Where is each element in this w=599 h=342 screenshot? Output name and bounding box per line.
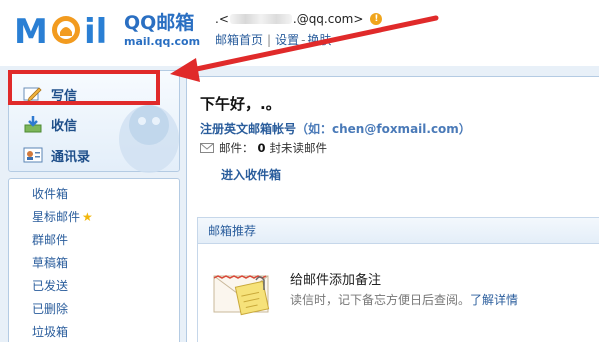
recommendation-title[interactable]: 给邮件添加备注: [290, 269, 381, 288]
folder-group[interactable]: 群邮件: [32, 231, 68, 248]
mail-label: 邮件：: [219, 141, 254, 155]
go-to-inbox-link[interactable]: 进入收件箱: [221, 166, 281, 183]
header: M il QQ邮箱 mail.qq.com .< .@qq.com> ! 邮箱首…: [0, 0, 599, 66]
folder-list: 收件箱 星标邮件 ★ 群邮件 草稿箱 已发送 已删除 垃圾箱: [8, 178, 180, 342]
mail-count: 邮件： 0 封未读邮件: [200, 140, 327, 156]
folder-drafts[interactable]: 草稿箱: [32, 254, 68, 271]
recommendation-desc-text: 读信时，记下备忘方便日后查阅。: [290, 293, 471, 307]
sidebar: 写信 收信 通讯录 收件箱 星标邮件 ★ 群邮件 草稿箱 已发送 已删除 垃圾箱: [4, 66, 180, 342]
warning-icon[interactable]: !: [370, 13, 383, 25]
mail-note-icon: [213, 275, 270, 316]
separator: |: [267, 33, 272, 47]
register-english-account-link[interactable]: 注册英文邮箱帐号（如：chen@foxmail.com）: [200, 120, 471, 137]
top-links: 邮箱首页 | 设置 - 换肤: [215, 31, 331, 48]
folder-starred-label: 星标邮件: [32, 210, 81, 224]
account-address: .< .@qq.com> !: [215, 12, 383, 26]
unread-text: 封未读邮件: [269, 141, 328, 155]
link-skin[interactable]: 换肤: [307, 33, 331, 47]
recommendation-desc: 读信时，记下备忘方便日后查阅。了解详情: [290, 291, 518, 308]
star-icon: ★: [82, 210, 93, 224]
link-settings[interactable]: 设置: [275, 33, 299, 47]
folder-spam[interactable]: 垃圾箱: [32, 323, 68, 340]
greeting: 下午好，.。: [200, 95, 281, 113]
contacts-label: 通讯录: [51, 149, 91, 165]
svg-text:M: M: [14, 12, 48, 50]
account-prefix: .<: [215, 12, 229, 26]
brand-url: mail.qq.com: [124, 35, 201, 48]
brand-name: QQ邮箱: [124, 12, 195, 34]
learn-more-link[interactable]: 了解详情: [470, 293, 518, 307]
compose-highlight-box: [8, 70, 160, 105]
folder-starred[interactable]: 星标邮件 ★: [32, 208, 93, 225]
recommendation-panel: 邮箱推荐 给邮件添加备注 读信时，记下备忘方便日后查阅。了解详情: [197, 217, 599, 342]
register-hint: （如：chen@foxmail.com）: [296, 122, 471, 136]
qq-mail-logo[interactable]: M il: [12, 8, 127, 50]
svg-text:il: il: [84, 12, 107, 50]
contacts-button[interactable]: 通讯录: [23, 144, 90, 166]
separator: -: [301, 33, 306, 47]
envelope-icon: [200, 143, 214, 153]
link-home[interactable]: 邮箱首页: [215, 33, 263, 47]
account-redacted: [229, 14, 292, 24]
receive-button[interactable]: 收信: [23, 113, 77, 135]
receive-label: 收信: [51, 118, 78, 134]
folder-deleted[interactable]: 已删除: [32, 300, 68, 317]
folder-sent[interactable]: 已发送: [32, 277, 68, 294]
contacts-icon: [23, 146, 43, 164]
unread-count: 0: [257, 141, 266, 155]
brand-text: QQ邮箱 mail.qq.com: [124, 12, 200, 49]
inbox-download-icon: [23, 115, 43, 133]
main-panel: 下午好，.。 注册英文邮箱帐号（如：chen@foxmail.com） 邮件： …: [186, 76, 599, 342]
folder-inbox[interactable]: 收件箱: [32, 185, 68, 202]
recommendation-header: 邮箱推荐: [198, 218, 599, 244]
account-suffix: .@qq.com>: [292, 12, 364, 26]
register-label: 注册英文邮箱帐号: [200, 122, 297, 136]
